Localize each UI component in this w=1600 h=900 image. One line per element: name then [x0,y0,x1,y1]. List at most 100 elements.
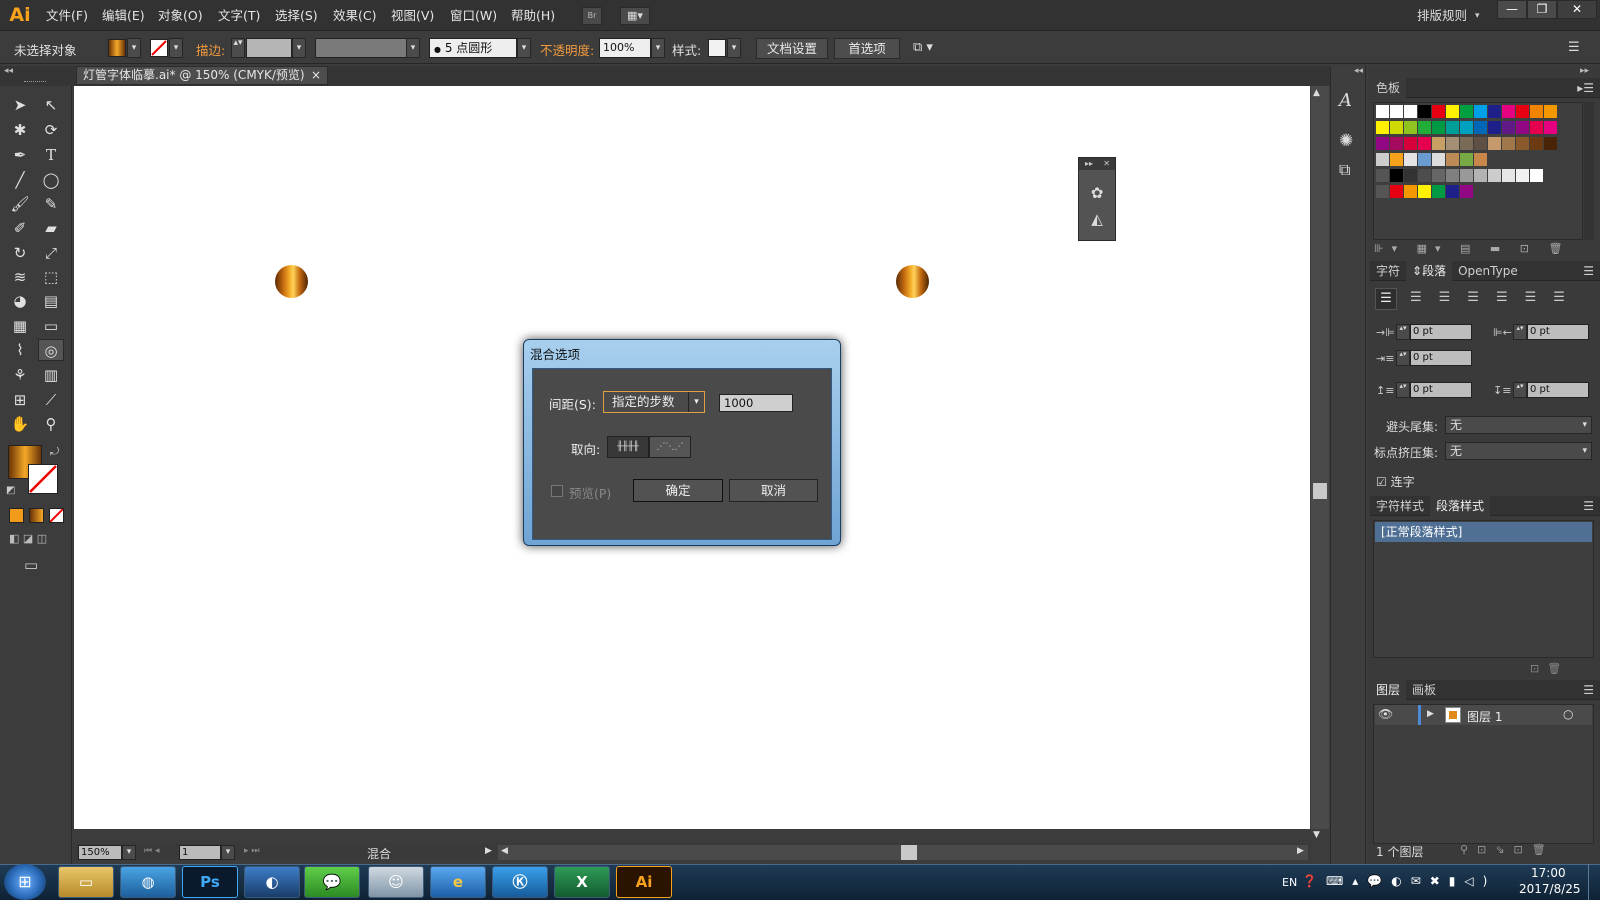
panel-menu-icon[interactable]: ☰ [1583,261,1594,281]
stroke-weight-dropdown[interactable]: ▾ [292,38,306,58]
left-indent-field[interactable]: 0 pt [1410,324,1472,340]
color-mode-icon[interactable] [9,508,24,523]
first-line-stepper[interactable]: ▴▾ [1396,350,1410,366]
color-swatch[interactable] [1418,185,1431,198]
stroke-swatch[interactable] [150,39,168,57]
eraser-tool-icon[interactable]: ▰ [40,217,62,239]
shape-builder-tool-icon[interactable]: ◕ [9,290,31,312]
tab-swatches[interactable]: 色板 [1370,78,1407,98]
color-swatch[interactable] [1474,105,1487,118]
spacing-dropdown[interactable]: 指定的步数 ▾ [603,391,705,413]
arrange-icon[interactable]: ⧉ ▾ [913,40,933,55]
transform-panel-icon[interactable]: ⧉ [1339,160,1350,180]
color-swatch[interactable] [1390,105,1403,118]
space-before-field[interactable]: 0 pt [1410,382,1472,398]
chevron-down-icon[interactable]: ▾ [1475,11,1480,21]
color-swatch[interactable] [1460,137,1473,150]
artboard-nav-prev-icon[interactable]: ⏮ ◂ [144,846,159,856]
excel-icon[interactable]: X [554,866,610,898]
artboard-nav-next-icon[interactable]: ▸ ⏭ [244,846,259,856]
stroke-color-box[interactable] [28,464,58,494]
wechat-icon[interactable]: 💬 [304,866,360,898]
perspective-grid-tool-icon[interactable]: ▤ [40,290,62,312]
swatch-scrollbar[interactable] [1584,102,1594,240]
align-to-page-icon[interactable]: ╫╫╫╫ [607,436,649,458]
color-swatch[interactable] [1460,169,1473,182]
illustrator-icon[interactable]: Ai [616,866,672,898]
color-swatch[interactable] [1404,121,1417,134]
tab-paragraph[interactable]: ⇕段落 [1406,261,1453,281]
default-colors-icon[interactable]: ◩ [6,485,15,496]
color-swatch[interactable] [1516,121,1529,134]
color-swatch[interactable] [1460,105,1473,118]
color-swatch[interactable] [1544,137,1557,150]
eye-icon[interactable]: 👁 [1378,707,1393,721]
color-swatch[interactable] [1502,169,1515,182]
fill-swatch[interactable] [108,39,126,57]
color-swatch[interactable] [1446,105,1459,118]
color-swatch[interactable] [1376,169,1389,182]
line-tool-icon[interactable]: ╱ [9,169,31,191]
color-swatch[interactable] [1432,121,1445,134]
tray-icons[interactable]: ❓⌨▴💬◐✉✖▮◁) [1302,874,1496,888]
color-swatch[interactable] [1474,121,1487,134]
color-swatch[interactable] [1390,153,1403,166]
styles-footer-icons[interactable]: ⊡🗑 [1530,662,1569,675]
pen-tool-icon[interactable]: ✒ [9,144,31,166]
color-swatch[interactable] [1474,153,1487,166]
right-indent-stepper[interactable]: ▴▾ [1513,324,1527,340]
floating-panel-header[interactable]: ▸▸ ✕ [1079,158,1115,170]
menu-help[interactable]: 帮助(H) [511,0,555,31]
style-item-normal[interactable]: [正常段落样式] [1375,522,1592,542]
scroll-right-icon[interactable]: ▶ [1297,846,1304,856]
zoom-tool-icon[interactable]: ⚲ [40,413,62,435]
internet-explorer-icon[interactable]: e [430,866,486,898]
swatch-grid[interactable] [1373,102,1583,240]
hand-tool-icon[interactable]: ✋ [9,413,31,435]
opacity-label[interactable]: 不透明度: [540,40,594,59]
vertical-scroll-thumb[interactable] [1313,483,1327,499]
blob-brush-tool-icon[interactable]: ✐ [9,217,31,239]
color-swatch[interactable] [1446,169,1459,182]
show-desktop-button[interactable] [1588,864,1600,900]
paintbrush-tool-icon[interactable]: 🖌 [9,193,31,215]
color-swatch[interactable] [1404,153,1417,166]
tab-opentype[interactable]: OpenType [1452,264,1524,278]
column-graph-tool-icon[interactable]: ▥ [40,364,62,386]
appearance-panel-icon[interactable]: ✺ [1339,131,1353,151]
color-swatch[interactable] [1376,105,1389,118]
preview-checkbox[interactable] [551,485,563,497]
color-swatch[interactable] [1530,105,1543,118]
opacity-dropdown[interactable]: ▾ [651,38,665,58]
gradient-tool-icon[interactable]: ▭ [40,315,62,337]
color-swatch[interactable] [1418,169,1431,182]
variable-width-profile[interactable] [315,38,407,58]
color-swatch[interactable] [1474,137,1487,150]
color-swatch[interactable] [1544,105,1557,118]
layers-footer-icons[interactable]: ⚲⊡⇘⊡🗑 [1460,843,1555,856]
color-swatch[interactable] [1390,169,1403,182]
layer-name[interactable]: 图层 1 [1467,708,1502,725]
document-setup-button[interactable]: 文档设置 [756,38,828,59]
zoom-dropdown[interactable]: ▾ [122,845,136,860]
arrange-documents-icon[interactable]: ▦▾ [620,7,650,25]
color-swatch[interactable] [1460,185,1473,198]
document-tab[interactable]: 灯管字体临摹.ai* @ 150% (CMYK/预览) × [76,66,328,85]
color-swatch[interactable] [1418,153,1431,166]
vertical-scrollbar[interactable] [1311,86,1329,829]
color-swatch[interactable] [1516,169,1529,182]
color-swatch[interactable] [1530,169,1543,182]
color-swatch[interactable] [1516,137,1529,150]
character-panel-icon[interactable]: A [1339,90,1352,111]
symbols-icon[interactable]: ◭ [1087,210,1107,228]
pencil-tool-icon[interactable]: ✎ [40,193,62,215]
color-swatch[interactable] [1376,121,1389,134]
draw-mode-icons[interactable]: ◧ ◪ ◫ [9,532,65,547]
tab-paragraph-styles[interactable]: 段落样式 [1430,496,1491,516]
swap-fill-stroke-icon[interactable]: ⤾ [50,445,59,459]
color-swatch[interactable] [1502,105,1515,118]
color-swatch[interactable] [1488,137,1501,150]
scroll-up-icon[interactable]: ▲ [1313,88,1320,98]
close-button[interactable]: ✕ [1557,0,1597,19]
space-before-stepper[interactable]: ▴▾ [1396,382,1410,398]
